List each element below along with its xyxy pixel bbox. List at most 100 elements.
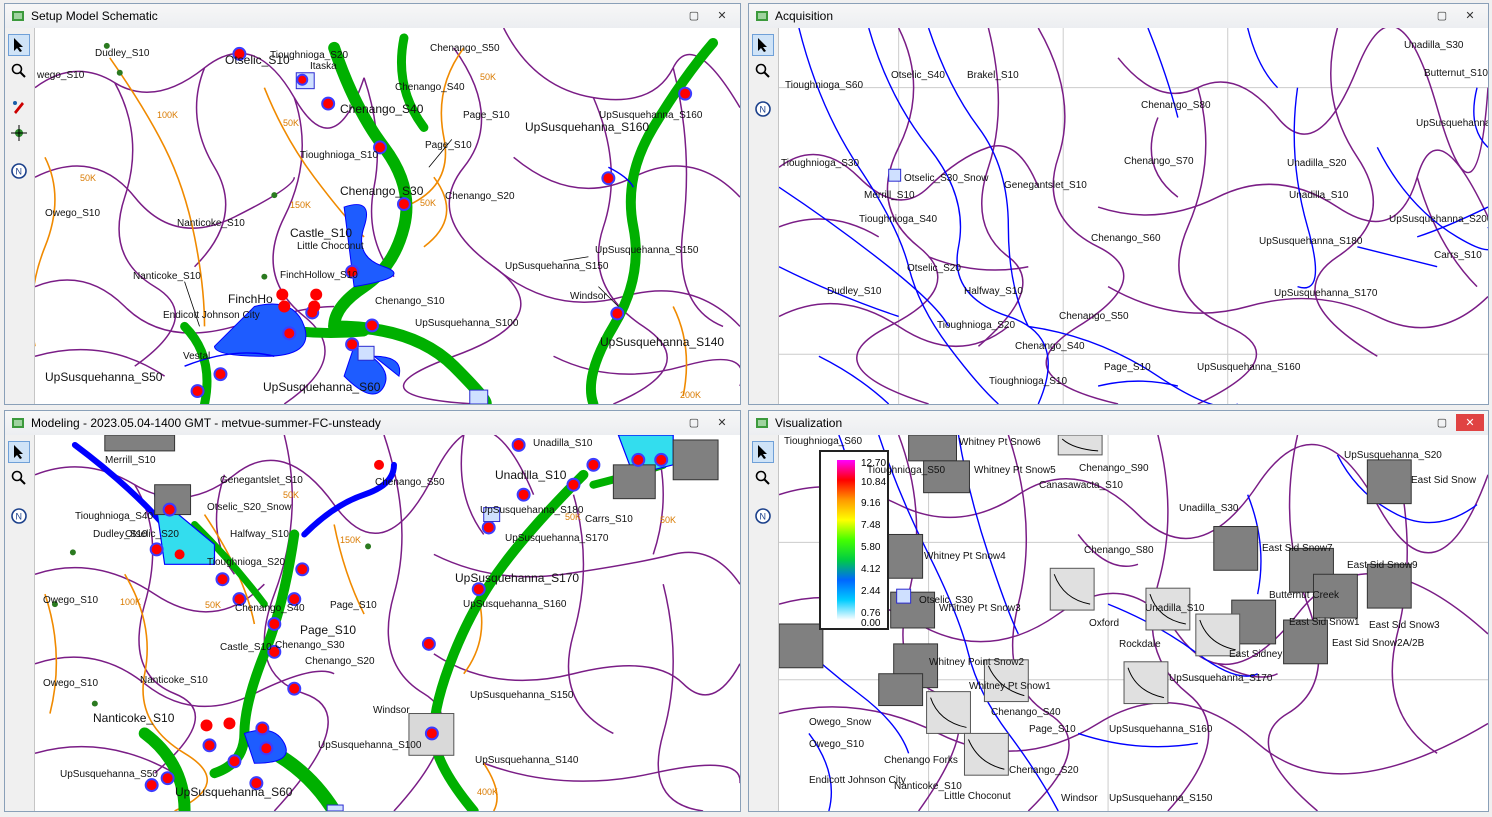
arrow-icon [14, 445, 23, 459]
north-arrow-button[interactable]: N [752, 505, 774, 527]
map-label: FinchHollow_S10 [280, 270, 358, 281]
map-label: Chenango_S60 [1091, 233, 1161, 244]
zoom-tool-button[interactable] [752, 467, 774, 489]
title-bar[interactable]: Visualization ▢ ✕ [749, 411, 1488, 436]
map-label: Tioughnioga_S40 [75, 511, 154, 522]
map-label: Chenango_S50 [375, 477, 445, 488]
close-button[interactable]: ✕ [1456, 7, 1484, 24]
legend-value: 10.84 [861, 477, 887, 488]
map-label: Unadilla_S10 [533, 438, 593, 449]
basin-map-graphics [35, 435, 740, 811]
visualization-map[interactable]: 12.70 10.84 9.16 7.48 5.80 4.12 2.44 0.7… [779, 435, 1488, 811]
map-label: Chenango_S20 [445, 191, 515, 202]
map-label: UpSusquehanna_S180 [1259, 236, 1363, 247]
restore-button[interactable]: ▢ [682, 7, 706, 24]
map-label: Chenango_S20 [1009, 765, 1079, 776]
map-label: Unadilla_S10 [495, 468, 567, 482]
map-label: UpSusquehanna_S20 [1344, 450, 1442, 461]
map-label: Chenango_S40 [991, 707, 1061, 718]
contour-label: 100K [120, 597, 142, 607]
map-label: Chenango_S90 [1079, 463, 1149, 474]
map-label: UpSusquehanna_S200 [1389, 214, 1488, 225]
contour-label: 150K [340, 535, 362, 545]
map-label: Chenango_S40 [1015, 341, 1085, 352]
map-label: UpSusquehanna_S170 [1169, 673, 1273, 684]
draw-tool-button[interactable] [8, 96, 30, 118]
map-label: Vestal [183, 351, 211, 362]
map-label: Oxford [1089, 618, 1120, 629]
map-label: Nanticoke_S10 [133, 271, 201, 282]
acquisition-window[interactable]: Acquisition ▢ ✕ N Unadilla_S30 Butternut… [748, 3, 1489, 405]
map-toolbar: N [5, 435, 35, 811]
map-label: Page_S10 [300, 623, 357, 637]
precipitation-legend: 12.70 10.84 9.16 7.48 5.80 4.12 2.44 0.7… [819, 450, 889, 630]
app-icon [12, 11, 24, 21]
map-label: Whitney Pt Snow4 [924, 551, 1006, 562]
map-label: East Sidney [1229, 649, 1283, 660]
close-button[interactable]: ✕ [1456, 414, 1484, 431]
map-label: FinchHo [228, 292, 273, 306]
zoom-tool-button[interactable] [8, 467, 30, 489]
close-button[interactable]: ✕ [708, 414, 736, 431]
window-title: Acquisition [775, 9, 834, 23]
map-label: East Sid Snow1 [1289, 617, 1360, 628]
close-button[interactable]: ✕ [708, 7, 736, 24]
contour-label: 50K [660, 515, 677, 525]
contour-label: 50K [283, 490, 300, 500]
map-label: Chenango_S80 [1084, 545, 1154, 556]
map-label: Carrs_S10 [1434, 250, 1482, 261]
modeling-window[interactable]: Modeling - 2023.05.04-1400 GMT - metvue-… [4, 410, 741, 812]
select-tool-button[interactable] [752, 441, 774, 463]
title-bar[interactable]: Setup Model Schematic ▢ ✕ [5, 4, 740, 29]
map-label: Unadilla_S20 [1287, 158, 1347, 169]
north-arrow-button[interactable]: N [8, 160, 30, 182]
app-icon [756, 11, 768, 21]
contour-label: 200K [680, 390, 702, 400]
zoom-tool-button[interactable] [752, 60, 774, 82]
legend-value: 0.00 [861, 618, 881, 629]
map-label: Whitney Pt Snow1 [969, 681, 1051, 692]
contour-label: 50K [80, 173, 97, 183]
title-bar[interactable]: Acquisition ▢ ✕ [749, 4, 1488, 29]
legend-color-ramp [837, 460, 855, 620]
setup-model-schematic-window[interactable]: Setup Model Schematic ▢ ✕ N Dudley_S10 O… [4, 3, 741, 405]
map-label: Otselic_S40 [891, 70, 945, 81]
restore-button[interactable]: ▢ [1430, 7, 1454, 24]
north-arrow-icon: N [11, 163, 27, 179]
select-tool-button[interactable] [8, 34, 30, 56]
map-label: Chenango_S30 [340, 184, 424, 198]
map-label: Tioughnioga_S50 [867, 465, 946, 476]
map-label: East Sid Snow [1411, 475, 1477, 486]
legend-value: 2.44 [861, 586, 881, 597]
north-arrow-button[interactable]: N [8, 505, 30, 527]
map-label: Otselic_S20 [125, 529, 179, 540]
map-label: East Sid Snow7 [1262, 543, 1333, 554]
arrow-icon [14, 38, 23, 52]
select-tool-button[interactable] [8, 441, 30, 463]
legend-value: 5.80 [861, 542, 881, 553]
map-label: Page_S10 [425, 140, 472, 151]
map-label: East Sid Snow2A/2B [1332, 638, 1425, 649]
map-label: Page_S10 [463, 110, 510, 121]
map-label: Halfway_S10 [964, 286, 1023, 297]
map-label: Rockdale [1119, 639, 1161, 650]
select-tool-button[interactable] [752, 34, 774, 56]
map-label: Tioughnioga_S20 [270, 50, 349, 61]
visualization-window[interactable]: Visualization ▢ ✕ N 12.70 10.84 9.16 7.4… [748, 410, 1489, 812]
contour-label: 100K [157, 110, 179, 120]
restore-button[interactable]: ▢ [1430, 414, 1454, 431]
restore-button[interactable]: ▢ [682, 414, 706, 431]
svg-text:N: N [760, 105, 767, 115]
title-bar[interactable]: Modeling - 2023.05.04-1400 GMT - metvue-… [5, 411, 740, 436]
map-label: Tioughnioga_S60 [785, 80, 864, 91]
acquisition-map[interactable]: Unadilla_S30 Butternut_S10 Tioughnioga_S… [779, 28, 1488, 404]
zoom-tool-button[interactable] [8, 60, 30, 82]
map-label: Tioughnioga_S10 [300, 150, 379, 161]
schematic-map[interactable]: Dudley_S10 Otselic_S10 Tioughnioga_S20 I… [35, 28, 740, 404]
pan-tool-button[interactable] [8, 122, 30, 144]
map-label: Little Choconut [297, 241, 364, 252]
modeling-map[interactable]: Merrill_S10 Genegantslet_S10 Chenango_S5… [35, 435, 740, 811]
svg-text:N: N [760, 512, 767, 522]
map-label: Little Choconut [944, 791, 1011, 802]
north-arrow-button[interactable]: N [752, 98, 774, 120]
